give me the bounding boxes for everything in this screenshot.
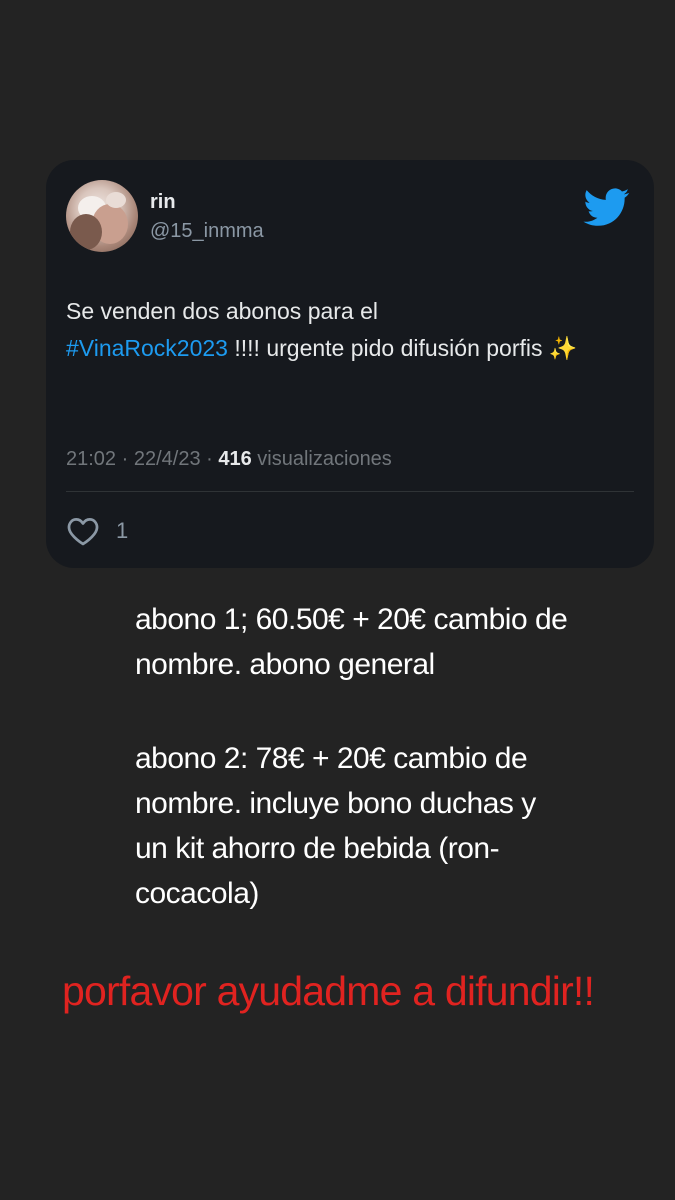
like-count: 1	[116, 518, 129, 543]
tweet-card[interactable]: rin @15_inmma Se venden dos abonos para …	[46, 160, 654, 568]
divider	[66, 491, 634, 492]
author-name[interactable]: rin	[150, 190, 176, 214]
tweet-text-start: Se venden dos abonos para el	[66, 298, 379, 324]
hashtag-link[interactable]: #VinaRock2023	[66, 335, 228, 361]
abono-2-text: abono 2: 78€ + 20€ cambio de nombre. inc…	[135, 742, 536, 910]
tweet-time[interactable]: 21:02	[66, 448, 116, 470]
tweet-text-end: !!!! urgente pido difusión porfis ✨	[227, 335, 578, 361]
twitter-bird-icon	[583, 188, 630, 226]
tweet-meta: 21:02 · 22/4/23 · 416 visualizaciones	[66, 448, 392, 470]
views-label: visualizaciones	[257, 448, 392, 470]
call-to-action-text: porfavor ayudadme a difundir!!	[62, 968, 595, 1014]
author-handle[interactable]: @15_inmma	[150, 219, 264, 243]
like-button[interactable]: 1	[66, 514, 128, 548]
abono-1-text: abono 1; 60.50€ + 20€ cambio de nombre. …	[135, 603, 568, 681]
tweet-text: Se venden dos abonos para el #VinaRock20…	[66, 293, 626, 367]
views-count: 416	[218, 448, 252, 470]
avatar[interactable]	[66, 180, 138, 252]
heart-icon[interactable]	[66, 516, 100, 546]
tweet-date[interactable]: 22/4/23	[134, 448, 201, 470]
